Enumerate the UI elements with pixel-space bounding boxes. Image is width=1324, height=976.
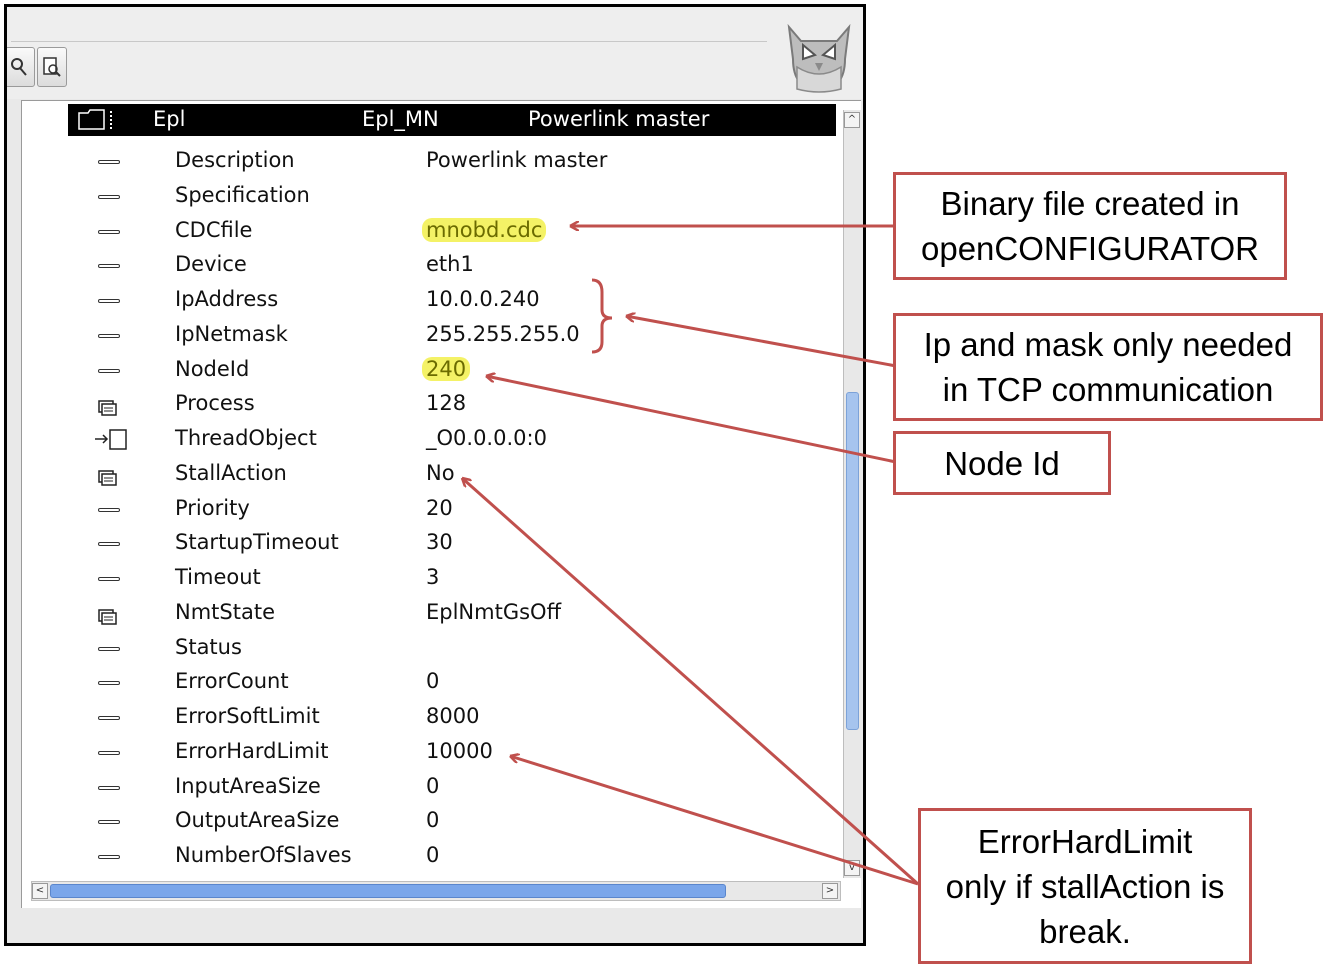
- callout-line: Binary file created in: [940, 185, 1240, 222]
- callout-line: in TCP communication: [942, 371, 1274, 408]
- callout-line: openCONFIGURATOR: [920, 230, 1260, 267]
- callout-line: Ip and mask only needed: [923, 326, 1293, 363]
- callout-node-id: Node Id: [893, 431, 1111, 495]
- arrow-to-ip-bracket: [626, 316, 897, 368]
- callout-line: break.: [1039, 912, 1131, 950]
- ip-bracket: [591, 278, 613, 354]
- callout-ip-mask: Ip and mask only needed in TCP communicat…: [893, 313, 1323, 421]
- callout-line: Node Id: [944, 444, 1060, 482]
- callout-errorhardlimit: ErrorHardLimit only if stallAction is brea…: [918, 808, 1252, 964]
- arrow-to-stallaction: [462, 478, 919, 886]
- callout-line: only if stallAction is: [945, 867, 1225, 905]
- arrow-to-nodeid: [486, 376, 897, 464]
- arrow-to-errorhardlimit: [510, 756, 919, 886]
- callout-line: ErrorHardLimit: [977, 822, 1193, 860]
- callout-binary-file: Binary file created in openCONFIGURATOR: [893, 172, 1287, 280]
